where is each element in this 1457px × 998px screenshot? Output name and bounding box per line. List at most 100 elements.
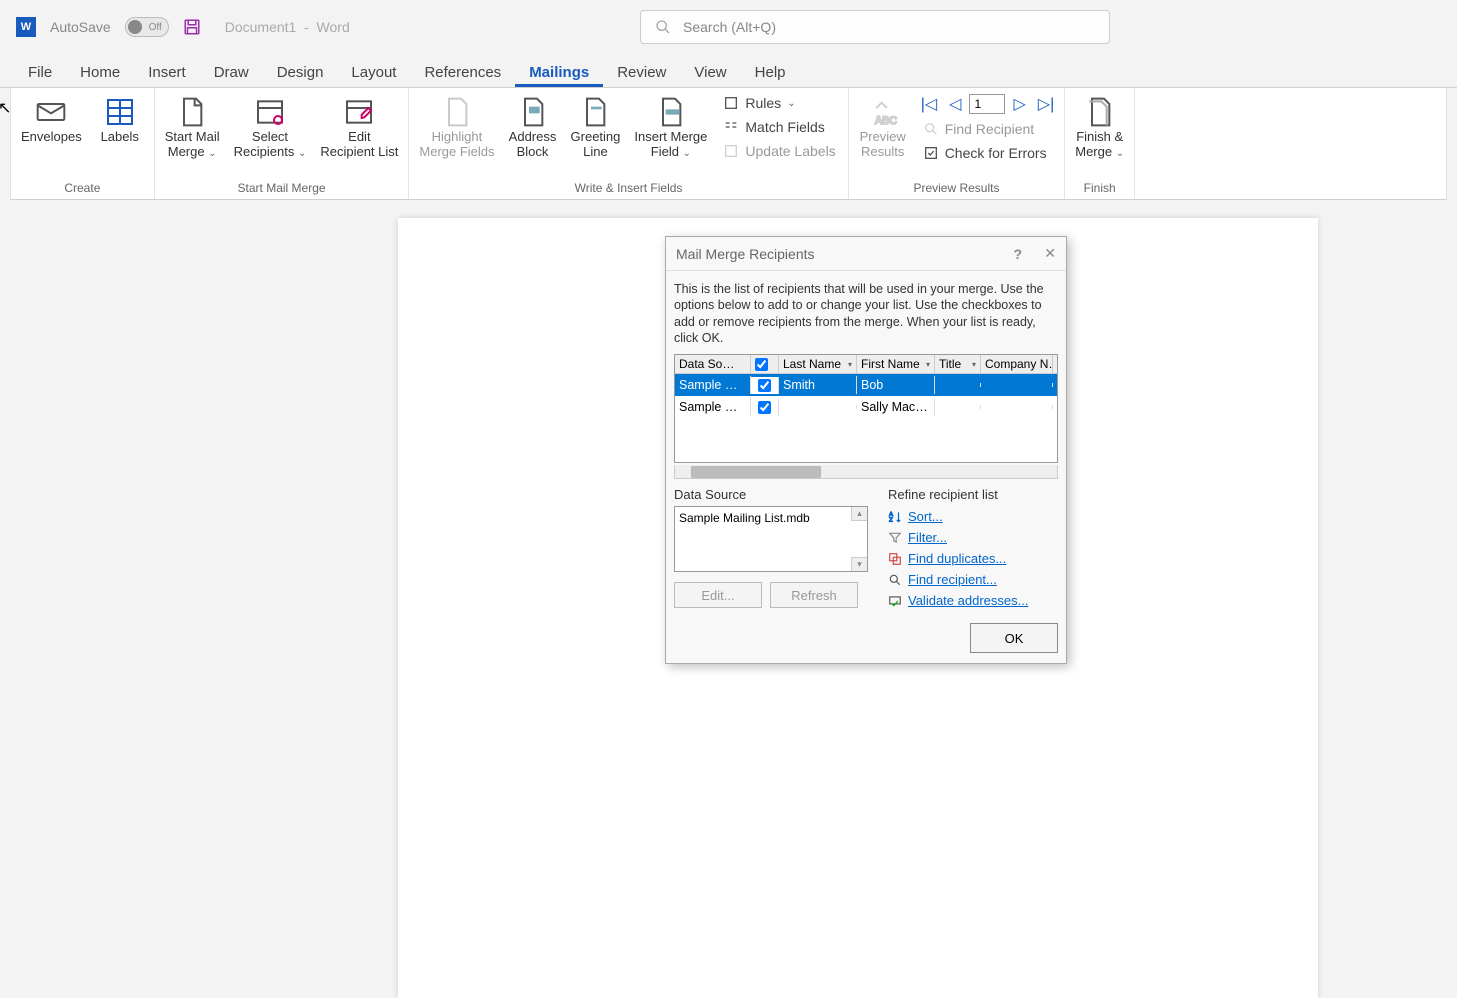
edit-recipient-list-button[interactable]: Edit Recipient List (316, 92, 402, 162)
group-write-insert: Highlight Merge Fields Address Block Gre… (409, 88, 848, 199)
check-icon (923, 145, 939, 161)
greeting-icon (579, 96, 611, 128)
header-last-name[interactable]: Last Name▾ (779, 355, 857, 373)
labels-button[interactable]: Labels (92, 92, 148, 147)
tab-view[interactable]: View (680, 58, 740, 87)
preview-icon: ABC (867, 96, 899, 128)
group-start-mail-merge: Start Mail Merge ⌄ Select Recipients ⌄ E… (155, 88, 410, 199)
scrollbar-thumb[interactable] (691, 466, 821, 478)
svg-text:A: A (889, 511, 893, 517)
tab-layout[interactable]: Layout (337, 58, 410, 87)
row-checkbox (758, 379, 771, 392)
ribbon-tabs: File Home Insert Draw Design Layout Refe… (0, 54, 1457, 88)
tab-draw[interactable]: Draw (200, 58, 263, 87)
start-mail-merge-button[interactable]: Start Mail Merge ⌄ (161, 92, 224, 162)
update-icon (723, 143, 739, 159)
header-first-name[interactable]: First Name▾ (857, 355, 935, 373)
scroll-up-button[interactable]: ▴ (851, 507, 867, 521)
duplicates-icon (888, 552, 902, 566)
horizontal-scrollbar[interactable] (674, 465, 1058, 479)
tab-design[interactable]: Design (263, 58, 338, 87)
envelopes-button[interactable]: Envelopes (17, 92, 86, 147)
find-recipient-icon (888, 573, 902, 587)
refine-label: Refine recipient list (888, 487, 1058, 502)
address-block-button[interactable]: Address Block (505, 92, 561, 162)
save-icon[interactable] (183, 18, 201, 36)
autosave-label: AutoSave (50, 19, 111, 35)
next-record-button[interactable]: ▷ (1009, 92, 1029, 116)
title-bar: W AutoSave Off Document1 - Word Search (… (0, 0, 1457, 54)
data-source-label: Data Source (674, 487, 868, 502)
rules-icon (723, 95, 739, 111)
find-icon (923, 121, 939, 137)
autosave-toggle[interactable]: Off (125, 17, 169, 37)
header-data-source[interactable]: Data So… (675, 355, 751, 373)
dialog-description: This is the list of recipients that will… (674, 281, 1058, 346)
rules-button[interactable]: Rules ⌄ (717, 92, 841, 114)
preview-results-button: ABC Preview Results (855, 92, 911, 162)
tab-references[interactable]: References (410, 58, 515, 87)
greeting-line-button[interactable]: Greeting Line (567, 92, 625, 162)
data-source-list[interactable]: Sample Mailing List.mdb ▴ ▾ (674, 506, 868, 572)
table-row[interactable]: Sample … Smith Bob (675, 374, 1057, 396)
tab-review[interactable]: Review (603, 58, 680, 87)
find-recipient-button: Find Recipient (917, 118, 1059, 140)
validate-addresses-link[interactable]: Validate addresses... (888, 590, 1058, 611)
prev-record-button[interactable]: ◁ (945, 92, 965, 116)
ok-button[interactable]: OK (970, 623, 1058, 653)
update-labels-button: Update Labels (717, 140, 841, 162)
search-placeholder: Search (Alt+Q) (683, 19, 776, 35)
group-preview-results: ABC Preview Results |◁ ◁ ▷ ▷| Find Recip… (849, 88, 1066, 199)
mail-merge-recipients-dialog: Mail Merge Recipients ? ✕ This is the li… (665, 236, 1067, 664)
validate-icon (888, 594, 902, 608)
sort-link[interactable]: AZ Sort... (888, 506, 1058, 527)
row-checkbox (758, 401, 771, 414)
dialog-close-button[interactable]: ✕ (1044, 245, 1056, 262)
search-box[interactable]: Search (Alt+Q) (640, 10, 1110, 44)
header-company[interactable]: Company N… (981, 355, 1053, 373)
recipients-table: Data So… Last Name▾ First Name▾ Title▾ C… (674, 354, 1058, 463)
tab-insert[interactable]: Insert (134, 58, 200, 87)
find-duplicates-link[interactable]: Find duplicates... (888, 548, 1058, 569)
search-icon (655, 19, 671, 35)
record-navigation: |◁ ◁ ▷ ▷| (917, 92, 1059, 116)
tab-mailings[interactable]: Mailings (515, 58, 603, 87)
filter-link[interactable]: Filter... (888, 527, 1058, 548)
mouse-cursor: ↖ (0, 98, 11, 118)
tab-home[interactable]: Home (66, 58, 134, 87)
header-title[interactable]: Title▾ (935, 355, 981, 373)
tab-file[interactable]: File (14, 58, 66, 87)
table-header: Data So… Last Name▾ First Name▾ Title▾ C… (675, 355, 1057, 374)
dialog-title-bar[interactable]: Mail Merge Recipients ? ✕ (666, 237, 1066, 271)
group-finish: Finish & Merge ⌄ Finish (1065, 88, 1135, 199)
first-record-button[interactable]: |◁ (917, 92, 941, 116)
svg-text:Z: Z (889, 517, 893, 523)
match-icon (723, 119, 739, 135)
select-recipients-button[interactable]: Select Recipients ⌄ (230, 92, 311, 162)
record-number-input[interactable] (969, 94, 1005, 114)
table-row[interactable]: Sample … Sally Maca… (675, 396, 1057, 418)
last-record-button[interactable]: ▷| (1034, 92, 1058, 116)
match-fields-button[interactable]: Match Fields (717, 116, 841, 138)
recipients-icon (254, 96, 286, 128)
scroll-down-button[interactable]: ▾ (851, 557, 867, 571)
tab-help[interactable]: Help (741, 58, 800, 87)
address-icon (517, 96, 549, 128)
group-create: Envelopes Labels Create (11, 88, 155, 199)
check-errors-button[interactable]: Check for Errors (917, 142, 1059, 164)
document-title: Document1 - Word (225, 19, 350, 35)
edit-button: Edit... (674, 582, 762, 608)
data-source-item[interactable]: Sample Mailing List.mdb (679, 511, 810, 525)
sort-icon: AZ (888, 510, 902, 524)
header-checkbox[interactable] (751, 355, 779, 373)
finish-merge-button[interactable]: Finish & Merge ⌄ (1071, 92, 1128, 162)
finish-icon (1084, 96, 1116, 128)
highlight-merge-button: Highlight Merge Fields (415, 92, 498, 162)
envelope-icon (35, 96, 67, 128)
find-recipient-link[interactable]: Find recipient... (888, 569, 1058, 590)
dialog-help-button[interactable]: ? (1013, 246, 1022, 262)
insert-merge-field-button[interactable]: Insert Merge Field ⌄ (630, 92, 711, 162)
toggle-knob (128, 20, 142, 34)
filter-icon (888, 531, 902, 545)
labels-icon (104, 96, 136, 128)
